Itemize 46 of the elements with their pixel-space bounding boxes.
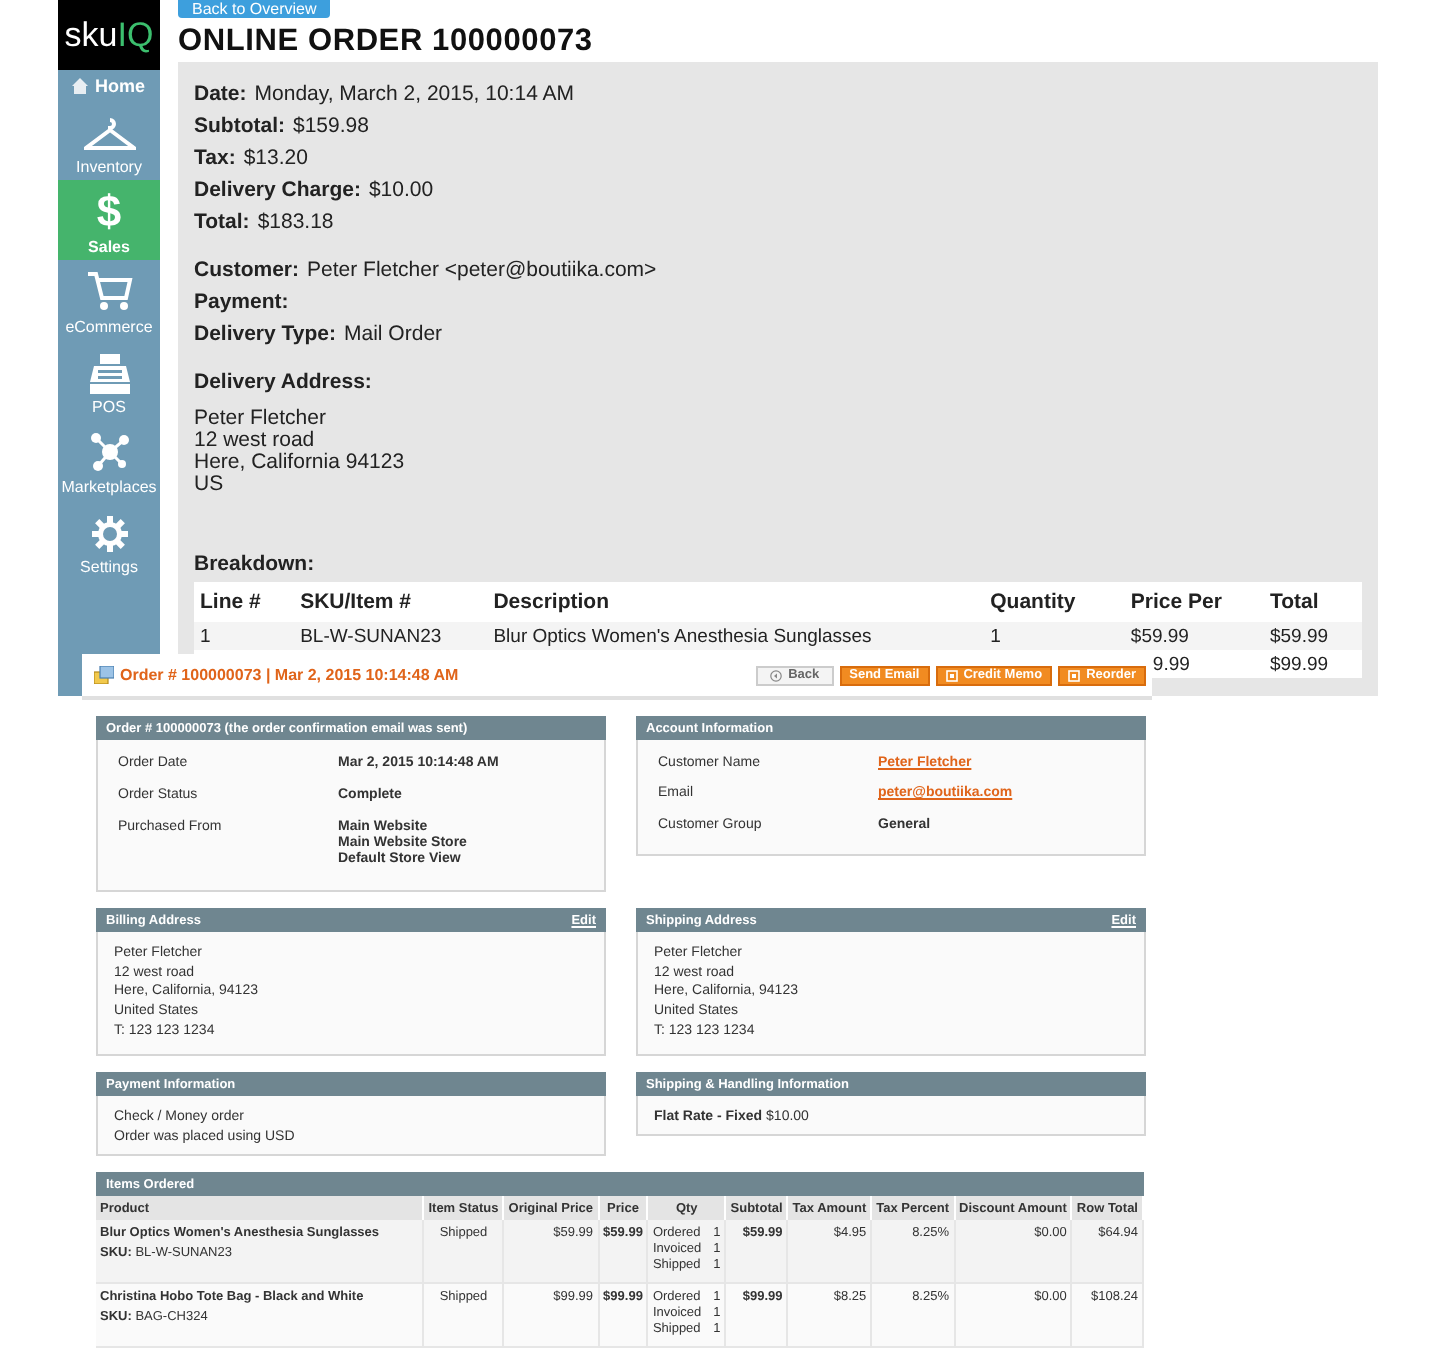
summary-line: Total: $183.18 bbox=[194, 208, 336, 238]
column-header: SKU/Item # bbox=[294, 582, 488, 622]
sidebar-item[interactable]: eCommerce bbox=[58, 260, 160, 340]
breakdown-label: Breakdown: bbox=[194, 550, 317, 580]
sidebar-item[interactable]: Settings bbox=[58, 500, 160, 580]
address-line: Here, California 94123 bbox=[194, 452, 407, 474]
address-line: Peter Fletcher bbox=[194, 408, 328, 430]
table-cell: $99.99 bbox=[1269, 653, 1329, 675]
table-cell: 1 bbox=[990, 625, 1001, 647]
sidebar-item[interactable]: Inventory bbox=[58, 100, 160, 180]
summary-line: Subtotal: $159.98 bbox=[194, 112, 371, 142]
summary-line: Tax: $13.20 bbox=[194, 144, 310, 174]
column-header: Quantity bbox=[984, 582, 1125, 622]
table-cell: $59.99 bbox=[1130, 625, 1189, 647]
column-header: Line # bbox=[194, 582, 295, 622]
sidebar-label: eCommerce bbox=[65, 318, 153, 336]
delivery-address-label: Delivery Address: bbox=[194, 368, 374, 398]
column-header: Price Per bbox=[1124, 582, 1264, 622]
sidebar-label: POS bbox=[92, 398, 126, 416]
sidebar-item[interactable]: $ Sales bbox=[58, 180, 160, 260]
sidebar-label: Sales bbox=[88, 238, 130, 256]
dollar-icon: $ bbox=[96, 190, 122, 234]
sidebar-label: Settings bbox=[80, 558, 138, 576]
sidebar-item[interactable]: POS bbox=[58, 340, 160, 420]
table-cell: 1 bbox=[200, 625, 211, 647]
sidebar-label: Marketplaces bbox=[61, 478, 157, 496]
order-title: Order # 100000073 | Mar 2, 2015 10:14:48 AM bbox=[120, 666, 461, 684]
sidebar-label: Home bbox=[94, 75, 145, 95]
back-to-overview-button[interactable]: Back to Overview bbox=[178, 0, 331, 18]
sidebar-item[interactable]: Home bbox=[58, 70, 160, 100]
customer-line: Delivery Type: Mail Order bbox=[194, 320, 445, 350]
address-line: US bbox=[194, 474, 226, 496]
customer-line: Customer: Peter Fletcher <peter@boutiika.com> bbox=[194, 256, 659, 286]
table-cell: Blur Optics Women's Anesthesia Sunglasses bbox=[493, 625, 872, 647]
customer-line: Payment: bbox=[194, 288, 291, 318]
sidebar-label: Inventory bbox=[76, 158, 142, 176]
column-header: Total bbox=[1263, 582, 1362, 622]
table-cell: $59.99 bbox=[1269, 625, 1329, 647]
summary-line: Date: Monday, March 2, 2015, 10:14 AM bbox=[194, 80, 576, 110]
sidebar-item[interactable]: Marketplaces bbox=[58, 420, 160, 500]
summary-line: Delivery Charge: $10.00 bbox=[194, 176, 436, 206]
logo: skuIQ bbox=[58, 0, 160, 70]
table-cell: BL-W-SUNAN23 bbox=[300, 625, 442, 647]
address-line: 12 west road bbox=[194, 430, 317, 452]
column-header: Description bbox=[487, 582, 985, 622]
page-title: ONLINE ORDER 100000073 bbox=[178, 22, 595, 62]
